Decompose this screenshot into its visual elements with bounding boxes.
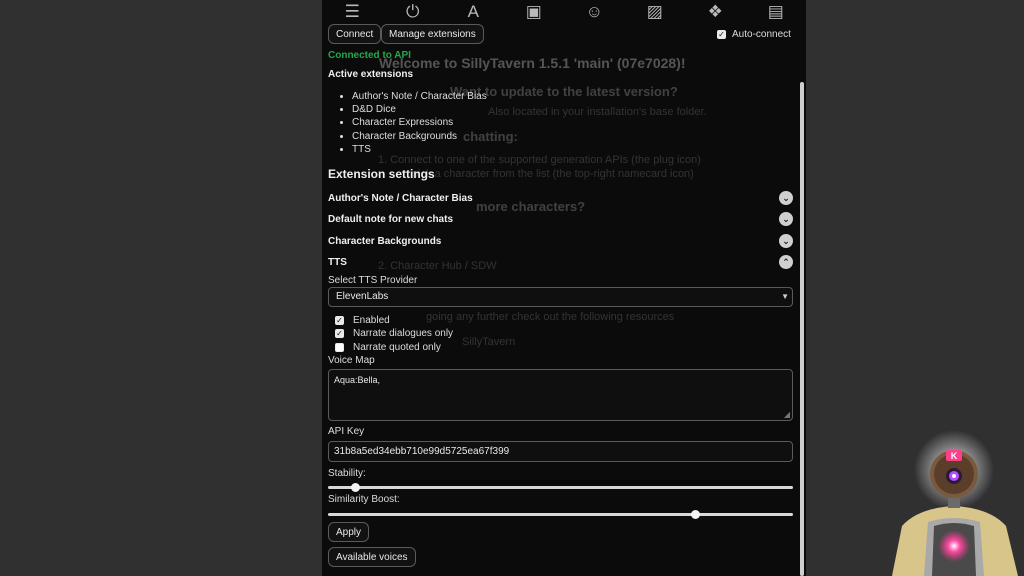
id-card-icon[interactable]: ▤ xyxy=(763,1,789,23)
list-item: D&D Dice xyxy=(352,103,487,116)
robot-avatar: K xyxy=(892,430,1018,576)
api-key-input[interactable]: 31b8a5ed34ebb710e99d5725ea67f399 xyxy=(328,441,793,462)
extensions-content: Connect Manage extensions ✓ Auto-connect… xyxy=(322,0,806,576)
extensions-panel: ☰ ⏻ A ▣ ☺ ▨ ❖ ▤ Welcome to SillyTavern 1… xyxy=(322,0,806,576)
chevron-down-icon[interactable]: ⌄ xyxy=(779,212,793,226)
tts-provider-label: Select TTS Provider xyxy=(328,275,418,286)
voice-map-label: Voice Map xyxy=(328,355,375,366)
connection-status: Connected to API xyxy=(328,50,411,61)
smiley-icon[interactable]: ☺ xyxy=(581,1,607,23)
left-background xyxy=(0,0,322,576)
similarity-boost-slider[interactable] xyxy=(328,513,793,516)
voice-map-textarea[interactable]: Aqua:Bella, ◢ xyxy=(328,369,793,421)
narrate-dialogues-label: Narrate dialogues only xyxy=(353,328,454,339)
stability-slider-thumb[interactable] xyxy=(351,483,361,492)
enabled-checkbox[interactable]: ✓ xyxy=(335,316,344,325)
similarity-boost-slider-thumb[interactable] xyxy=(690,510,700,519)
font-icon[interactable]: A xyxy=(460,1,486,23)
apply-button[interactable]: Apply xyxy=(328,522,370,542)
active-extensions-title: Active extensions xyxy=(328,69,414,80)
scrollbar[interactable] xyxy=(800,82,804,576)
available-voices-button[interactable]: Available voices xyxy=(328,547,416,567)
narrate-quoted-checkbox[interactable] xyxy=(335,343,344,352)
stability-label: Stability: xyxy=(328,468,366,479)
chevron-up-icon[interactable]: ⌃ xyxy=(779,255,793,269)
image-icon[interactable]: ▨ xyxy=(642,1,668,23)
chevron-down-icon[interactable]: ⌄ xyxy=(779,191,793,205)
chevron-down-icon: ▼ xyxy=(781,292,789,301)
list-item: Character Expressions xyxy=(352,116,487,129)
stability-slider[interactable] xyxy=(328,486,793,489)
auto-connect-checkbox[interactable]: ✓ xyxy=(717,30,726,39)
extension-settings-title: Extension settings xyxy=(328,167,435,181)
similarity-boost-label: Similarity Boost: xyxy=(328,494,400,505)
section-default-note[interactable]: Default note for new chats xyxy=(328,214,453,225)
enabled-label: Enabled xyxy=(353,315,390,326)
list-item: TTS xyxy=(352,143,487,156)
book-icon[interactable]: ▣ xyxy=(521,1,547,23)
voice-map-value: Aqua:Bella, xyxy=(334,375,381,385)
list-item: Character Backgrounds xyxy=(352,130,487,143)
section-authors-note[interactable]: Author's Note / Character Bias xyxy=(328,193,473,204)
plug-icon[interactable]: ⏻ xyxy=(400,1,426,23)
auto-connect-label: Auto-connect xyxy=(732,29,791,40)
tts-provider-select[interactable]: ElevenLabs ▼ xyxy=(328,287,793,307)
cubes-icon[interactable]: ❖ xyxy=(702,1,728,23)
resize-handle-icon[interactable]: ◢ xyxy=(784,410,790,419)
connect-button[interactable]: Connect xyxy=(328,24,382,44)
section-character-backgrounds[interactable]: Character Backgrounds xyxy=(328,236,441,247)
list-item: Author's Note / Character Bias xyxy=(352,90,487,103)
narrate-quoted-label: Narrate quoted only xyxy=(353,342,441,353)
manage-extensions-button[interactable]: Manage extensions xyxy=(381,24,484,44)
sliders-icon[interactable]: ☰ xyxy=(339,1,365,23)
section-tts[interactable]: TTS xyxy=(328,257,347,268)
chevron-down-icon[interactable]: ⌄ xyxy=(779,234,793,248)
tts-provider-value: ElevenLabs xyxy=(336,291,389,302)
svg-text:K: K xyxy=(951,451,958,461)
active-extensions-list: Author's Note / Character Bias D&D Dice … xyxy=(338,90,487,156)
narrate-dialogues-checkbox[interactable]: ✓ xyxy=(335,329,344,338)
api-key-label: API Key xyxy=(328,426,365,437)
top-toolbar: ☰ ⏻ A ▣ ☺ ▨ ❖ ▤ xyxy=(322,0,806,24)
